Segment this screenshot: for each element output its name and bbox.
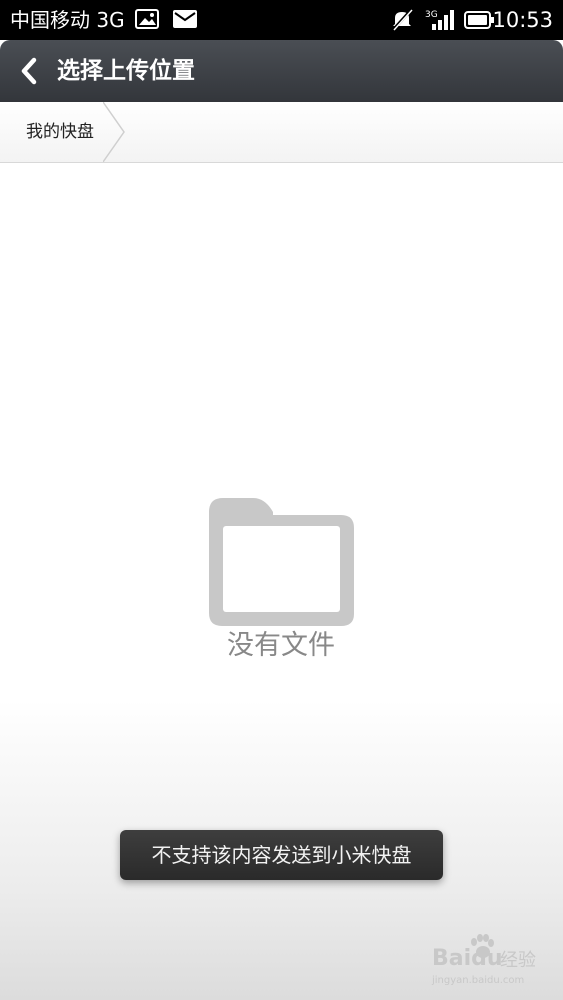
watermark-url: jingyan.baidu.com [432, 975, 525, 986]
battery-icon [464, 11, 494, 29]
watermark-cn: 经验 [500, 950, 536, 971]
status-bar: 中国移动 3G 3G 10:53 [0, 0, 563, 40]
breadcrumb-item-label: 我的快盘 [26, 122, 94, 142]
breadcrumb-separator-icon [103, 102, 125, 162]
chevron-left-icon [21, 57, 37, 85]
toast: 不支持该内容发送到小米快盘 [120, 830, 443, 880]
watermark-brand: Baidu [432, 946, 503, 971]
mail-icon [173, 10, 197, 28]
back-button[interactable] [10, 48, 50, 94]
image-notification-icon [135, 9, 159, 29]
upload-location-screen: 中国移动 3G 3G 10:53 选择上传位置 我的快盘 没有文件 不支持该内容… [0, 0, 563, 1000]
mute-icon [391, 8, 413, 32]
signal-3g-icon: 3G [425, 10, 454, 30]
empty-state-text: 没有文件 [227, 630, 335, 661]
carrier-label: 中国移动 3G [10, 8, 125, 32]
page-title: 选择上传位置 [57, 58, 195, 84]
baidu-jingyan-watermark: Baidu 经验 jingyan.baidu.com [430, 934, 555, 993]
breadcrumb: 我的快盘 [0, 102, 563, 163]
breadcrumb-item-my-kuaipan[interactable]: 我的快盘 [0, 102, 125, 162]
title-bar: 选择上传位置 [0, 40, 563, 102]
clock: 10:53 [492, 8, 553, 32]
folder-icon [209, 498, 354, 626]
toast-message: 不支持该内容发送到小米快盘 [151, 843, 412, 867]
svg-text:3G: 3G [425, 10, 438, 20]
